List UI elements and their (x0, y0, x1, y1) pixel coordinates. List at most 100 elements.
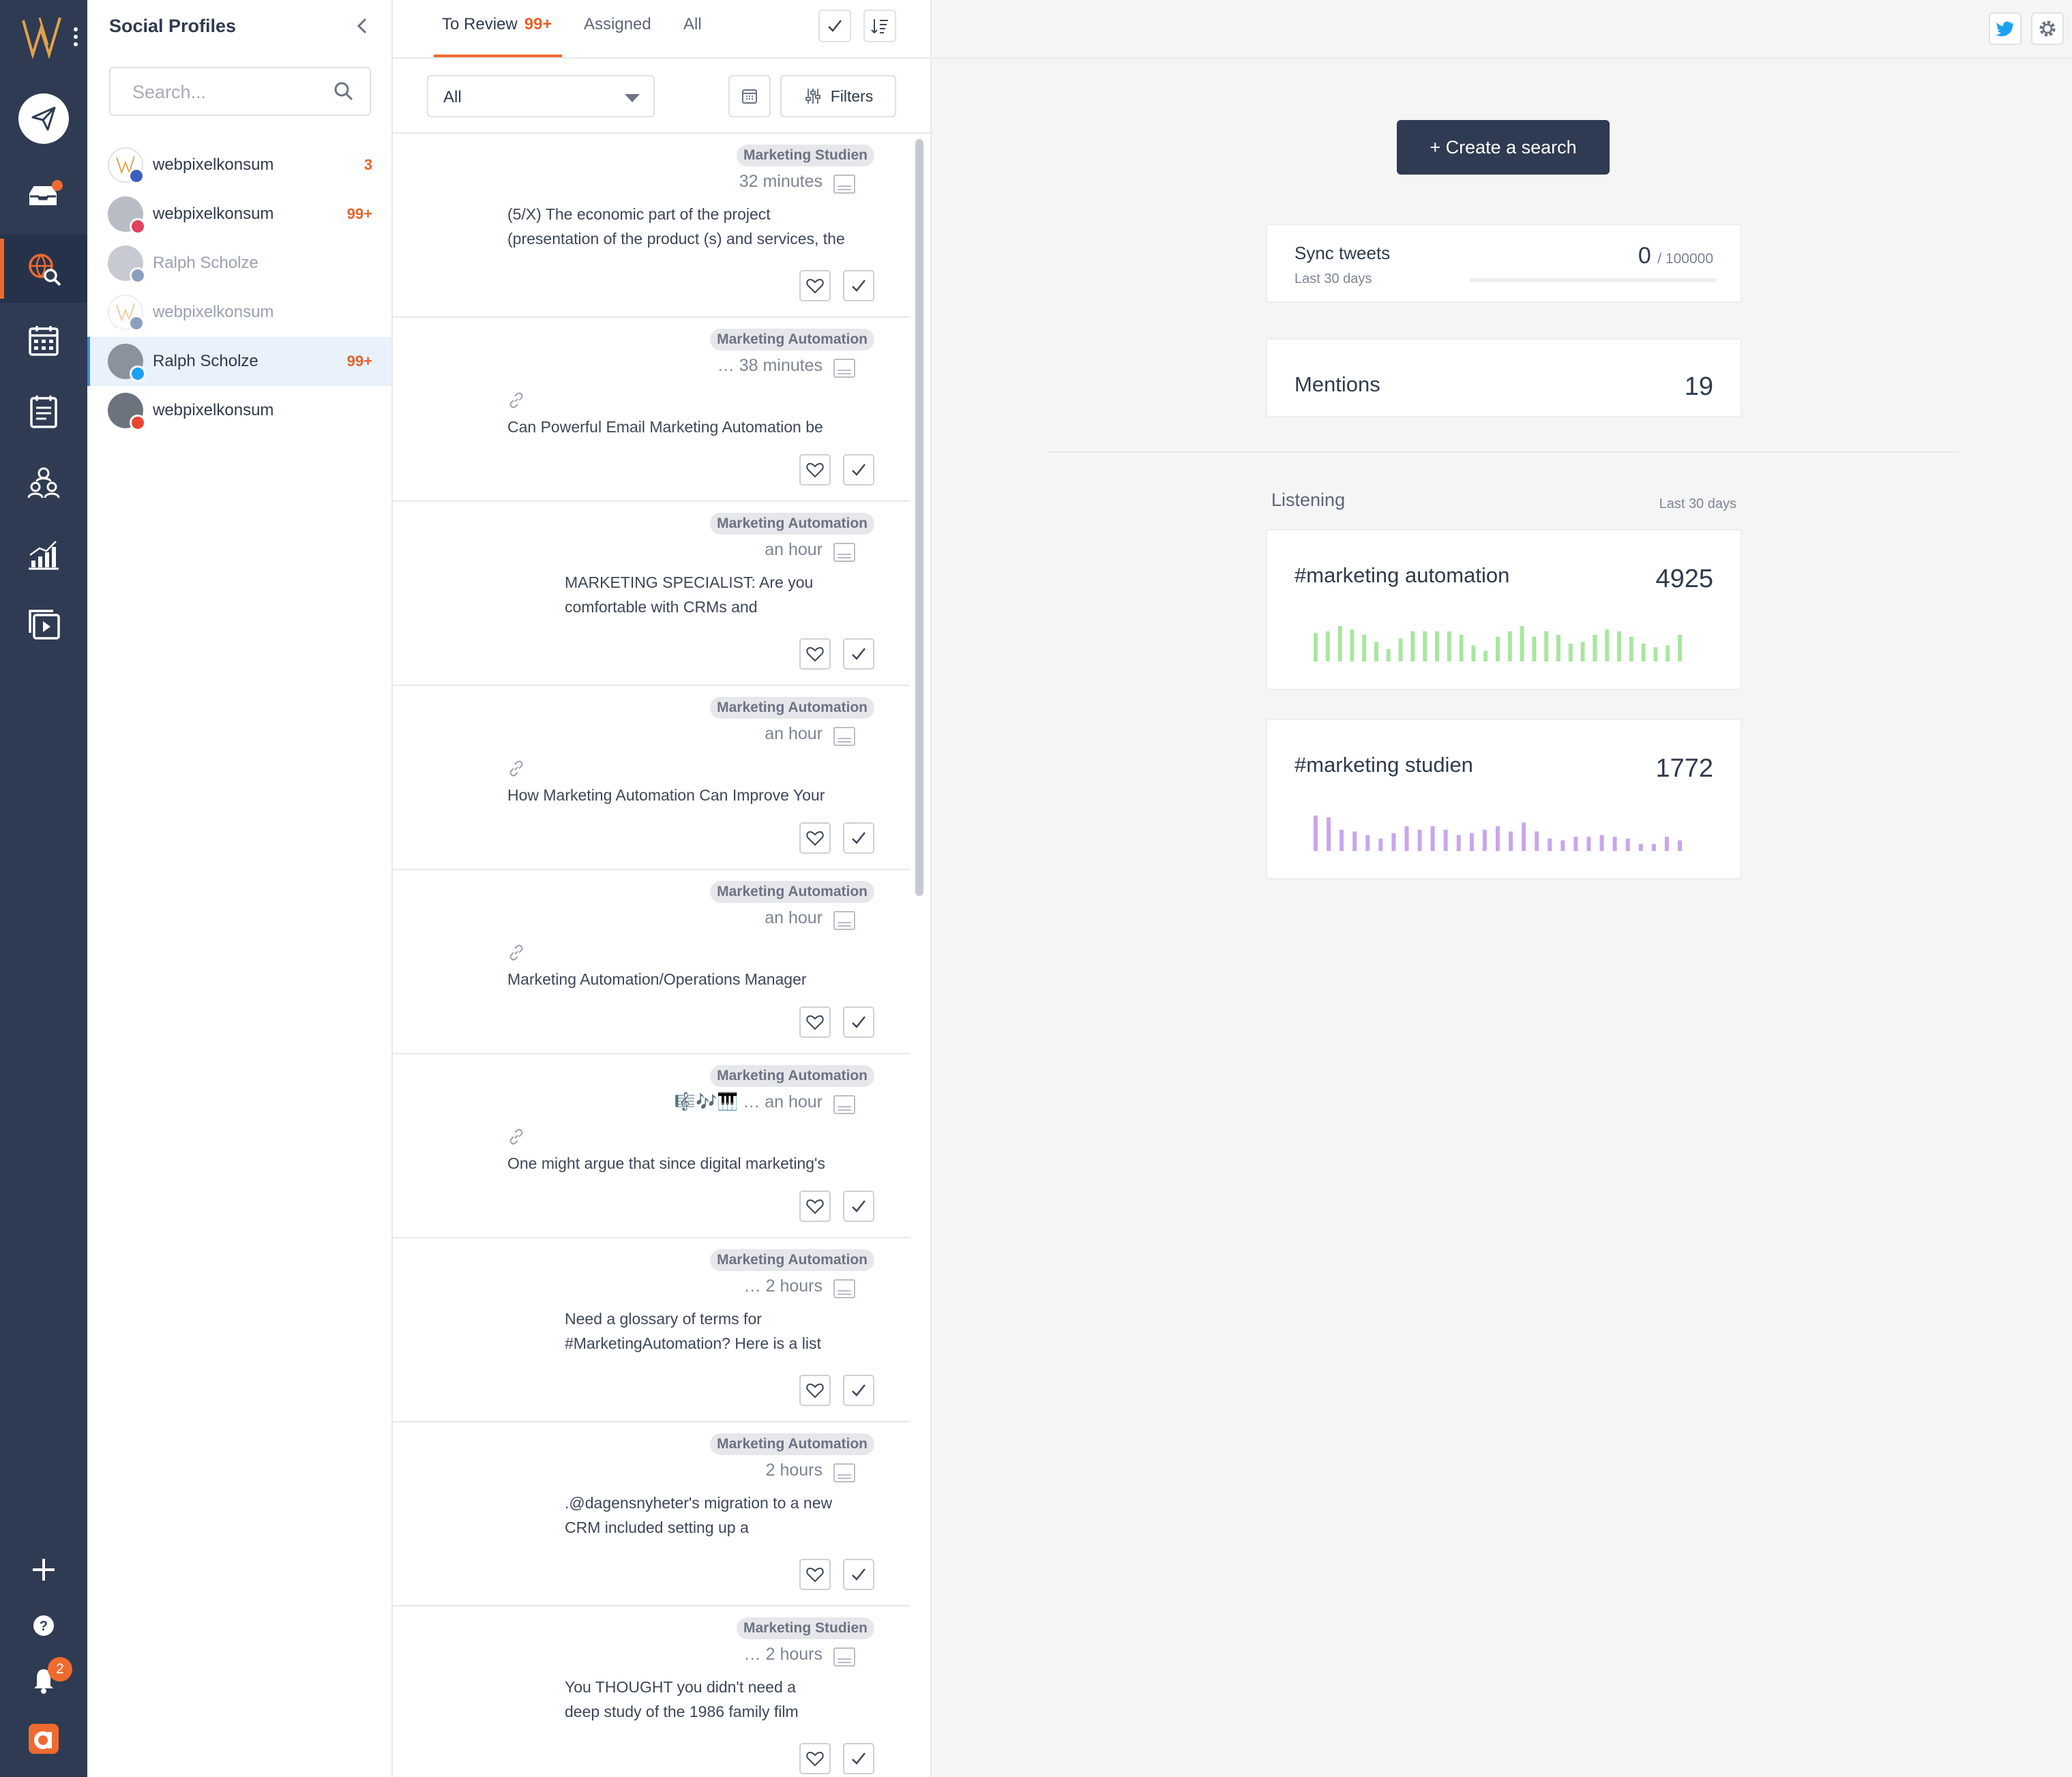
mentions-card[interactable]: Mentions 19 (1266, 338, 1742, 417)
document-icon[interactable] (833, 1647, 855, 1667)
create-search-button[interactable]: + Create a search (1397, 120, 1610, 175)
mentions-count: 19 (1684, 372, 1713, 401)
app-logo[interactable] (20, 15, 70, 59)
tab-all[interactable]: All (683, 15, 702, 34)
globe-search-icon (29, 254, 61, 286)
collapse-panel-icon[interactable] (352, 15, 374, 37)
mark-reviewed-button[interactable] (843, 1743, 874, 1774)
like-button[interactable] (799, 1559, 831, 1590)
mark-reviewed-button[interactable] (843, 1191, 874, 1222)
profile-item[interactable]: Ralph Scholze (87, 239, 391, 288)
post-text-line: One might argue that since digital marke… (507, 1154, 825, 1172)
calendar-icon (29, 326, 59, 356)
profile-item[interactable]: webpixelkonsum (87, 386, 391, 435)
profile-item[interactable]: webpixelkonsum 3 (87, 140, 391, 190)
sparkline-bar (1678, 840, 1682, 851)
sparkline-bar (1586, 837, 1591, 851)
profile-search-input[interactable]: Search... (109, 67, 371, 116)
rail-analytics[interactable] (0, 520, 87, 588)
post-time: an hour (765, 540, 823, 559)
rail-account[interactable] (0, 1705, 87, 1773)
mark-reviewed-button[interactable] (843, 638, 874, 670)
document-icon[interactable] (833, 727, 855, 746)
document-icon[interactable] (833, 1279, 855, 1298)
profile-name: Ralph Scholze (153, 352, 258, 370)
sort-button[interactable] (863, 10, 896, 42)
check-icon (852, 1016, 865, 1028)
post-text-line: deep study of the 1986 family film (565, 1703, 799, 1720)
mark-reviewed-button[interactable] (843, 454, 874, 486)
rail-media[interactable] (0, 591, 87, 659)
filters-button[interactable]: Filters (780, 75, 896, 117)
heart-icon (806, 462, 824, 478)
document-icon[interactable] (833, 175, 855, 194)
sparkline-bar (1352, 831, 1357, 851)
rail-notifications[interactable] (0, 1645, 87, 1713)
sparkline-bar (1556, 635, 1560, 661)
sparkline-bar (1522, 822, 1526, 851)
profile-item-selected[interactable]: Ralph Scholze 99+ (87, 337, 391, 386)
mark-reviewed-button[interactable] (843, 270, 874, 301)
rail-team[interactable] (0, 449, 87, 517)
sparkline-bar (1325, 631, 1330, 661)
review-card[interactable]: Marketing Studien … 2 hours You THOUGHT yo… (393, 1607, 910, 1777)
hashtag-count: 1772 (1655, 754, 1713, 783)
rail-listening[interactable] (0, 235, 87, 303)
mark-reviewed-button[interactable] (843, 1375, 874, 1406)
review-card[interactable]: Marketing Automation an hour How Marketing… (393, 686, 910, 870)
sparkline-bar (1629, 636, 1633, 661)
mark-reviewed-button[interactable] (843, 1006, 874, 1038)
post-time: … 2 hours (743, 1276, 823, 1296)
mark-reviewed-button[interactable] (843, 822, 874, 854)
profile-name: webpixelkonsum (153, 401, 274, 419)
like-button[interactable] (799, 1375, 831, 1406)
document-icon[interactable] (833, 543, 855, 562)
review-card[interactable]: Marketing Automation an hour MARKETING SPE… (393, 502, 910, 686)
post-text: Need a glossary of terms for #MarketingAu… (565, 1306, 821, 1356)
hashtag-card[interactable]: #marketing studien 1772 (1266, 719, 1742, 880)
mark-reviewed-button[interactable] (843, 1559, 874, 1590)
sparkline-bar (1337, 626, 1342, 661)
sparkline-bar (1314, 816, 1318, 851)
feed-select[interactable]: All (427, 75, 655, 117)
rail-compose[interactable] (0, 85, 87, 153)
document-icon[interactable] (833, 911, 855, 930)
sliders-icon (805, 89, 820, 104)
post-time: 32 minutes (739, 172, 823, 191)
heart-icon (806, 1751, 824, 1767)
like-button[interactable] (799, 638, 831, 670)
review-card[interactable]: Marketing Studien 32 minutes (5/X) The eco… (393, 134, 910, 318)
rail-calendar[interactable] (0, 307, 87, 375)
settings-button[interactable] (2031, 12, 2064, 45)
profile-item[interactable]: webpixelkonsum (87, 288, 391, 337)
document-icon[interactable] (833, 359, 855, 378)
like-button[interactable] (799, 1006, 831, 1038)
review-card[interactable]: Marketing Automation … 2 hours Need a glos… (393, 1238, 910, 1422)
list-scrollbar[interactable] (915, 139, 923, 896)
review-card[interactable]: Marketing Automation an hour Marketing Aut… (393, 870, 910, 1054)
twitter-account-button[interactable] (1989, 12, 2022, 45)
like-button[interactable] (799, 1191, 831, 1222)
rail-inbox[interactable] (0, 161, 87, 229)
like-button[interactable] (799, 270, 831, 301)
document-icon[interactable] (833, 1095, 855, 1114)
document-icon[interactable] (833, 1463, 855, 1482)
like-button[interactable] (799, 822, 831, 854)
mark-all-reviewed-button[interactable] (818, 10, 851, 42)
hashtag-label: #marketing studien (1294, 753, 1473, 777)
like-button[interactable] (799, 454, 831, 486)
tab-to-review[interactable]: To Review 99+ (442, 15, 552, 34)
review-card[interactable]: Marketing Automation … 38 minutes Can Powe… (393, 318, 910, 502)
rail-tasks[interactable] (0, 378, 87, 446)
tab-assigned[interactable]: Assigned (584, 15, 651, 34)
review-card[interactable]: Marketing Automation 2 hours .@dagensnyhet… (393, 1422, 910, 1607)
hashtag-card[interactable]: #marketing automation 4925 (1266, 529, 1742, 690)
like-button[interactable] (799, 1743, 831, 1774)
profile-item[interactable]: webpixelkonsum 99+ (87, 190, 391, 239)
date-filter-button[interactable] (728, 75, 771, 117)
review-card[interactable]: Marketing Automation 🎼🎶🎹 … an hour One mig… (393, 1054, 910, 1238)
post-text: One might argue that since digital marke… (507, 1151, 825, 1176)
profile-name: webpixelkonsum (153, 303, 274, 321)
app-menu-icon[interactable] (74, 27, 80, 48)
sparkline-bar (1483, 651, 1488, 661)
